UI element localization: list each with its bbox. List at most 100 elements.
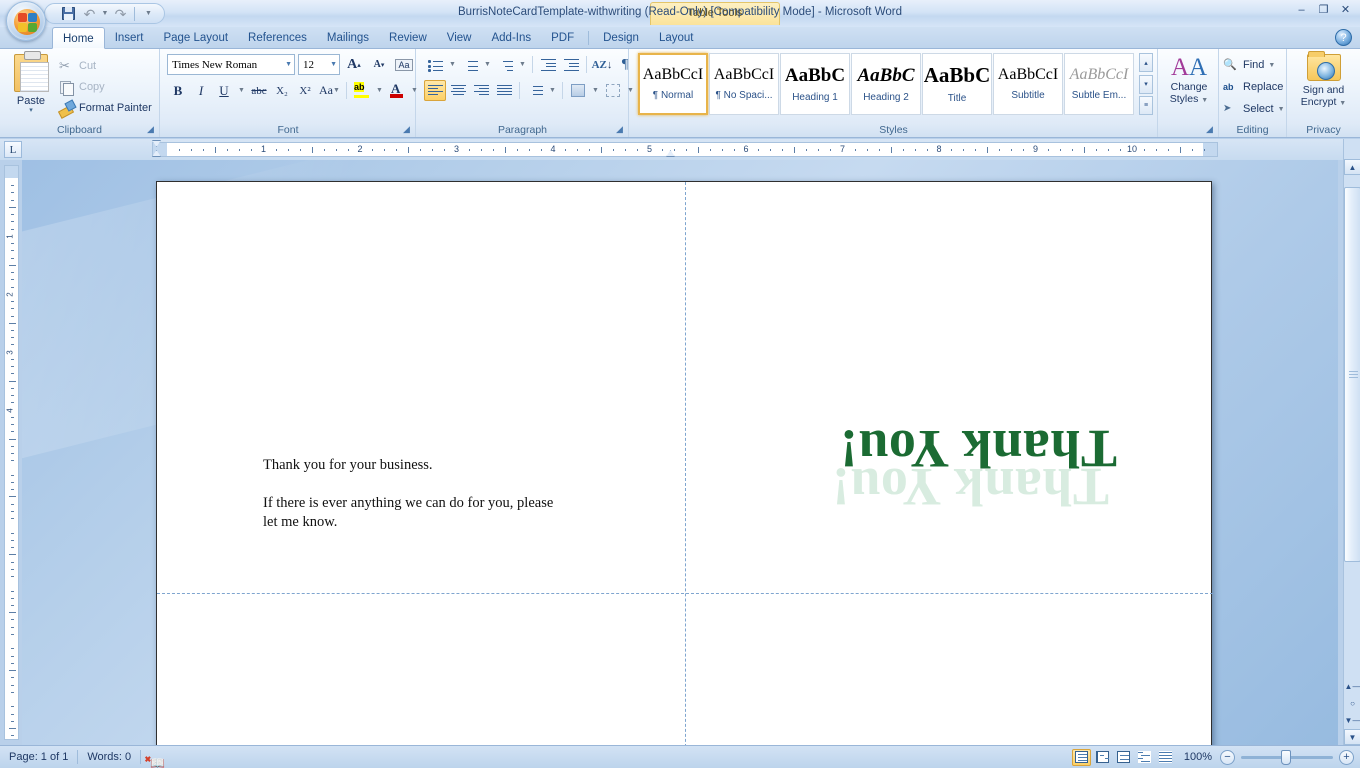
tab-design[interactable]: Design (593, 27, 649, 49)
tab-references[interactable]: References (238, 27, 317, 49)
align-right-button[interactable] (470, 80, 492, 101)
bullets-dropdown[interactable]: ▼ (447, 54, 458, 75)
superscript-button[interactable]: X² (294, 80, 316, 101)
clear-formatting-button[interactable]: Aa (393, 54, 415, 75)
underline-dropdown[interactable]: ▼ (236, 80, 247, 101)
previous-page-button[interactable]: ▲― (1344, 678, 1360, 695)
document-canvas[interactable]: Thank You! Thank You! Thank you for your… (22, 160, 1338, 745)
font-dialog-launcher-icon[interactable]: ◢ (401, 124, 412, 135)
page-indicator[interactable]: Page: 1 of 1 (0, 751, 77, 763)
view-draft-button[interactable] (1156, 749, 1175, 766)
underline-button[interactable]: U (213, 80, 235, 101)
cut-button[interactable]: Cut (56, 55, 156, 76)
sign-and-encrypt-button[interactable]: Sign and Encrypt ▼ (1291, 51, 1356, 110)
card-inside-text[interactable]: Thank you for your business. If there is… (263, 456, 643, 532)
browse-object-button[interactable]: ○ (1344, 695, 1360, 712)
clipboard-dialog-launcher-icon[interactable]: ◢ (145, 124, 156, 135)
view-outline-button[interactable] (1135, 749, 1154, 766)
italic-button[interactable]: I (190, 80, 212, 101)
help-icon[interactable]: ? (1335, 29, 1352, 46)
justify-button[interactable] (493, 80, 515, 101)
save-button[interactable] (59, 5, 78, 23)
font-size-combo[interactable]: 12 ▼ (298, 54, 340, 75)
select-button[interactable]: ➤ Select ▼ (1223, 98, 1285, 120)
paragraph-dialog-launcher-icon[interactable]: ◢ (614, 124, 625, 135)
change-styles-button[interactable]: AA Change Styles ▼ (1163, 55, 1215, 107)
bold-button[interactable]: B (167, 80, 189, 101)
bullets-button[interactable] (424, 54, 446, 75)
zoom-track[interactable] (1241, 749, 1333, 765)
replace-button[interactable]: ab Replace (1223, 76, 1285, 98)
strikethrough-button[interactable]: abc (248, 80, 270, 101)
zoom-slider[interactable]: − + (1220, 749, 1354, 765)
styles-scroll-up-button[interactable]: ▴ (1139, 53, 1153, 72)
customize-qat-button[interactable]: ▼ (139, 5, 158, 23)
style-no-spacing[interactable]: AaBbCcI ¶ No Spaci... (709, 53, 779, 115)
horizontal-ruler-track[interactable]: 1 2 3 4 5 6 7 8 9 10 (152, 142, 1218, 157)
style-subtitle[interactable]: AaBbCcI Subtitle (993, 53, 1063, 115)
document-page[interactable]: Thank You! Thank You! Thank you for your… (156, 181, 1213, 745)
tab-layout[interactable]: Layout (649, 27, 704, 49)
zoom-thumb[interactable] (1281, 749, 1291, 765)
tab-home[interactable]: Home (52, 27, 105, 49)
multilevel-dropdown[interactable]: ▼ (517, 54, 528, 75)
highlight-dropdown[interactable]: ▼ (374, 80, 385, 101)
redo-button[interactable]: ↷ (111, 5, 130, 23)
next-page-button[interactable]: ▼― (1344, 712, 1360, 729)
chevron-down-icon[interactable]: ▼ (281, 61, 292, 68)
tab-stop-selector[interactable]: L (4, 141, 22, 158)
tab-mailings[interactable]: Mailings (317, 27, 379, 49)
grow-font-button[interactable]: A ▴ (343, 54, 365, 75)
view-web-layout-button[interactable] (1114, 749, 1133, 766)
tab-view[interactable]: View (437, 27, 482, 49)
style-heading-1[interactable]: AaBbC Heading 1 (780, 53, 850, 115)
paste-dropdown-icon[interactable]: ▾ (8, 107, 54, 115)
shading-dropdown[interactable]: ▼ (590, 80, 601, 101)
subscript-button[interactable]: X₂ (271, 80, 293, 101)
tab-insert[interactable]: Insert (105, 27, 154, 49)
close-button[interactable]: ✕ (1337, 2, 1354, 17)
style-heading-2[interactable]: AaBbC Heading 2 (851, 53, 921, 115)
horizontal-ruler[interactable]: L 1 2 3 4 5 6 7 8 9 10 (0, 139, 1360, 160)
borders-button[interactable] (602, 80, 624, 101)
style-normal[interactable]: AaBbCcI ¶ Normal (638, 53, 708, 115)
multilevel-list-button[interactable] (494, 54, 516, 75)
scroll-down-button[interactable]: ▼ (1344, 729, 1360, 745)
tab-pdf[interactable]: PDF (541, 27, 584, 49)
numbering-button[interactable] (459, 54, 481, 75)
styles-dialog-launcher-icon[interactable]: ◢ (1204, 124, 1215, 135)
chevron-down-icon[interactable]: ▼ (326, 61, 337, 68)
minimize-button[interactable]: – (1293, 2, 1310, 17)
shading-button[interactable] (567, 80, 589, 101)
align-center-button[interactable] (447, 80, 469, 101)
zoom-out-button[interactable]: − (1220, 749, 1235, 765)
vertical-scrollbar[interactable]: ▲ ▲― ○ ▼― ▼ (1343, 139, 1360, 745)
tab-page-layout[interactable]: Page Layout (153, 27, 238, 49)
align-left-button[interactable] (424, 80, 446, 101)
line-spacing-button[interactable] (524, 80, 546, 101)
font-name-combo[interactable]: Times New Roman ▼ (167, 54, 295, 75)
sort-button[interactable]: AZ ↓ (591, 54, 613, 75)
text-highlight-button[interactable] (351, 80, 373, 101)
card-front-heading[interactable]: Thank You! Thank You! (797, 350, 1117, 517)
office-button[interactable] (6, 1, 46, 41)
word-count[interactable]: Words: 0 (78, 751, 140, 763)
line-spacing-dropdown[interactable]: ▼ (547, 80, 558, 101)
zoom-in-button[interactable]: + (1339, 749, 1354, 765)
scroll-up-button[interactable]: ▲ (1344, 159, 1360, 175)
undo-button[interactable]: ↶ (80, 5, 99, 23)
tab-add-ins[interactable]: Add-Ins (481, 27, 541, 49)
find-button[interactable]: 🔍 Find ▼ (1223, 54, 1285, 76)
vertical-ruler[interactable]: 1 2 3 4 (4, 165, 19, 740)
decrease-indent-button[interactable] (537, 54, 559, 75)
view-print-layout-button[interactable] (1071, 748, 1091, 766)
style-subtle-emphasis[interactable]: AaBbCcI Subtle Em... (1064, 53, 1134, 115)
paste-button[interactable]: Paste ▾ (8, 51, 54, 115)
numbering-dropdown[interactable]: ▼ (482, 54, 493, 75)
format-painter-button[interactable]: Format Painter (56, 97, 156, 118)
copy-button[interactable]: Copy (56, 76, 156, 97)
styles-more-button[interactable]: ≡ (1139, 96, 1153, 115)
zoom-level[interactable]: 100% (1176, 751, 1220, 763)
undo-dropdown[interactable]: ▼ (101, 5, 109, 23)
shrink-font-button[interactable]: A ▾ (368, 54, 390, 75)
